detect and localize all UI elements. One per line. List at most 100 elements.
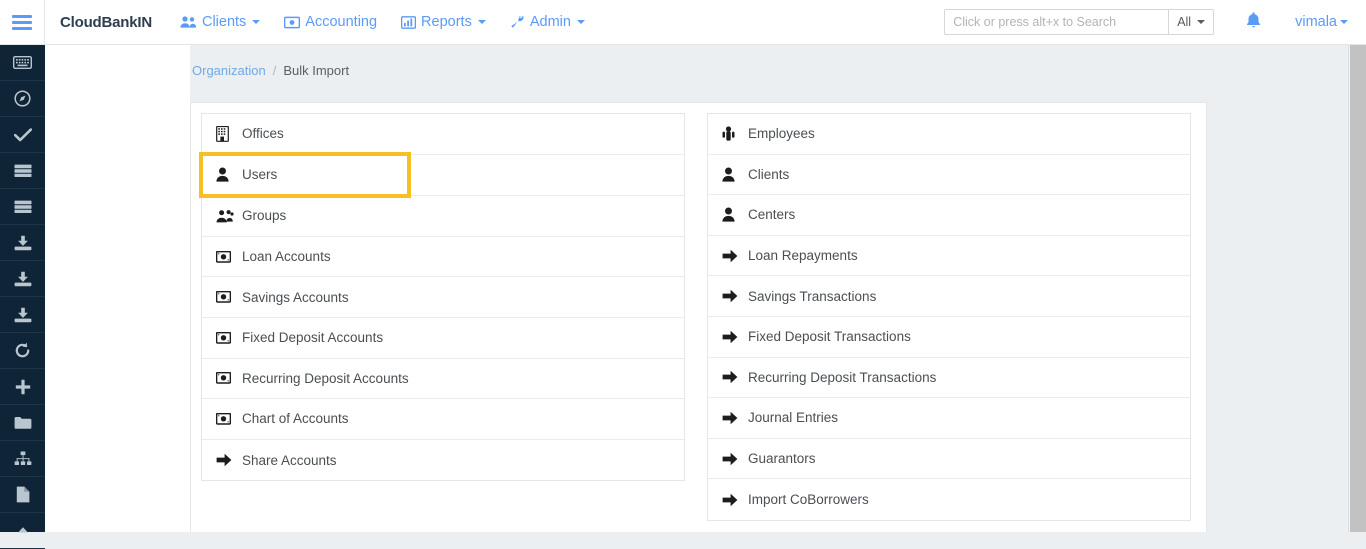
sitemap-icon	[14, 451, 32, 466]
bulk-import-panel: Offices Users Groups Loan Accounts Savings A…	[190, 102, 1207, 532]
breadcrumb-link-organization[interactable]: Organization	[192, 63, 266, 78]
sidebar-item-download-1[interactable]	[0, 225, 45, 261]
chart-bar-icon	[401, 16, 416, 29]
import-list-item-loan-repayments[interactable]: Loan Repayments	[708, 236, 1190, 277]
nav-item-accounting[interactable]: Accounting	[284, 14, 377, 30]
sidebar-item-refresh[interactable]	[0, 333, 45, 369]
sidebar-item-file[interactable]	[0, 477, 45, 513]
chevron-down-icon	[1340, 20, 1348, 24]
sidebar-item-more[interactable]	[0, 513, 45, 549]
import-list-item-savings-accounts[interactable]: Savings Accounts	[202, 277, 684, 318]
import-list-item-recurring-deposit-accounts[interactable]: Recurring Deposit Accounts	[202, 359, 684, 400]
import-list-item-savings-transactions[interactable]: Savings Transactions	[708, 276, 1190, 317]
breadcrumb: Organization / Bulk Import	[192, 63, 349, 78]
notifications-button[interactable]	[1246, 12, 1261, 33]
server-alt-icon	[14, 200, 32, 214]
import-list-item-import-coborrowers[interactable]: Import CoBorrowers	[708, 479, 1190, 520]
user-icon	[216, 167, 236, 182]
download-icon	[14, 235, 32, 251]
import-list-item-centers[interactable]: Centers	[708, 195, 1190, 236]
bell-icon	[1246, 12, 1261, 29]
import-list-item-clients[interactable]: Clients	[708, 155, 1190, 196]
plus-icon	[15, 379, 31, 395]
sidebar-item-organization[interactable]	[0, 441, 45, 477]
right-import-list: Employees Clients Centers Loan RepaymentsSa…	[707, 113, 1191, 521]
import-list-item-groups[interactable]: Groups	[202, 196, 684, 237]
user-menu-button[interactable]: vimala	[1295, 14, 1348, 30]
import-list-item-label: Centers	[748, 207, 795, 222]
bulk-import-left-column: Offices Users Groups Loan Accounts Savings A…	[201, 113, 685, 521]
sidebar-item-navigation[interactable]	[0, 81, 45, 117]
brand-logo[interactable]: CloudBankIN	[60, 14, 152, 31]
money-bill-icon	[216, 372, 236, 384]
import-list-item-chart-of-accounts[interactable]: Chart of Accounts	[202, 399, 684, 440]
import-list-item-label: Users	[242, 167, 277, 182]
building-icon	[216, 126, 236, 142]
import-list-item-share-accounts[interactable]: Share Accounts	[202, 440, 684, 481]
import-list-item-label: Import CoBorrowers	[748, 492, 869, 507]
chevron-down-icon	[1197, 20, 1205, 24]
import-list-item-fixed-deposit-transactions[interactable]: Fixed Deposit Transactions	[708, 317, 1190, 358]
bulk-import-columns: Offices Users Groups Loan Accounts Savings A…	[191, 103, 1206, 531]
sidebar-item-folder[interactable]	[0, 405, 45, 441]
sidebar-item-batch-jobs[interactable]	[0, 153, 45, 189]
refresh-icon	[14, 342, 31, 359]
chevron-down-icon	[478, 20, 486, 24]
server-icon	[14, 164, 32, 178]
file-icon	[16, 486, 30, 503]
nav-item-reports[interactable]: Reports	[401, 14, 486, 30]
money-bill-icon	[216, 251, 236, 263]
arrow-right-icon	[722, 452, 742, 466]
search-scope-dropdown[interactable]: All	[1168, 9, 1214, 35]
search-input[interactable]	[944, 9, 1168, 35]
import-list-item-label: Savings Accounts	[242, 290, 349, 305]
sidebar-item-add[interactable]	[0, 369, 45, 405]
import-list-item-label: Journal Entries	[748, 410, 838, 425]
import-list-item-label: Share Accounts	[242, 453, 337, 468]
import-list-item-fixed-deposit-accounts[interactable]: Fixed Deposit Accounts	[202, 318, 684, 359]
import-list-item-label: Loan Accounts	[242, 249, 331, 264]
breadcrumb-separator: /	[273, 63, 277, 78]
import-list-item-employees[interactable]: Employees	[708, 114, 1190, 155]
import-list-item-label: Clients	[748, 167, 789, 182]
import-list-item-recurring-deposit-transactions[interactable]: Recurring Deposit Transactions	[708, 358, 1190, 399]
money-bill-icon	[216, 291, 236, 303]
main-nav: Clients Accounting Reports	[180, 14, 585, 30]
sidebar-item-approvals[interactable]	[0, 117, 45, 153]
nav-item-clients[interactable]: Clients	[180, 14, 260, 30]
sidebar-item-download-2[interactable]	[0, 261, 45, 297]
nav-label-clients: Clients	[202, 14, 246, 30]
hamburger-menu-button[interactable]	[0, 0, 45, 44]
arrow-right-icon	[216, 453, 236, 467]
download-icon	[14, 271, 32, 287]
import-list-item-users[interactable]: Users	[202, 155, 408, 196]
employee-icon	[722, 126, 742, 141]
sidebar-item-keyboard[interactable]	[0, 45, 45, 81]
arrow-right-icon	[722, 330, 742, 344]
import-list-item-journal-entries[interactable]: Journal Entries	[708, 398, 1190, 439]
import-list-item-offices[interactable]: Offices	[202, 114, 684, 155]
user-icon	[722, 207, 742, 222]
nav-label-reports: Reports	[421, 14, 472, 30]
wrench-icon	[510, 15, 525, 29]
folder-icon	[14, 416, 32, 430]
import-list-item-label: Chart of Accounts	[242, 411, 349, 426]
import-list-item-guarantors[interactable]: Guarantors	[708, 439, 1190, 480]
sidebar-item-download-3[interactable]	[0, 297, 45, 333]
users-icon	[180, 15, 197, 29]
money-icon	[284, 16, 300, 29]
download-icon	[14, 307, 32, 323]
top-right-controls: All vimala	[944, 9, 1366, 35]
nav-label-accounting: Accounting	[305, 14, 377, 30]
breadcrumb-current-bulk-import: Bulk Import	[283, 63, 349, 78]
arrow-right-icon	[722, 289, 742, 303]
search-scope-label: All	[1177, 15, 1191, 29]
chevron-down-icon	[252, 20, 260, 24]
import-list-item-label: Fixed Deposit Transactions	[748, 329, 911, 344]
scrollbar-thumb[interactable]	[1350, 45, 1366, 532]
sidebar-item-data[interactable]	[0, 189, 45, 225]
nav-item-admin[interactable]: Admin	[510, 14, 585, 30]
chevron-down-icon	[577, 20, 585, 24]
page-vertical-scrollbar[interactable]	[1348, 45, 1366, 532]
import-list-item-loan-accounts[interactable]: Loan Accounts	[202, 237, 684, 278]
